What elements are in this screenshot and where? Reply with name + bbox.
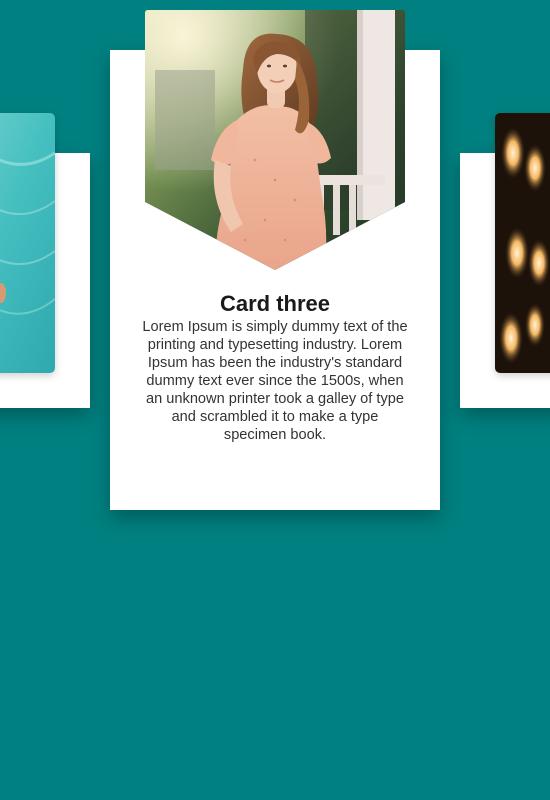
card-title: Card three xyxy=(219,291,331,316)
card-right[interactable] xyxy=(460,113,550,408)
ocean-water-image xyxy=(0,113,55,373)
card-carousel: Card three Lorem Ipsum is simply dummy t… xyxy=(0,0,550,800)
card-main[interactable]: Card three Lorem Ipsum is simply dummy t… xyxy=(110,10,440,510)
woman-on-porch-photo xyxy=(145,10,405,270)
bokeh-lights-image xyxy=(495,113,550,373)
bokeh-lights-photo xyxy=(495,113,550,373)
woman-portrait-image xyxy=(145,10,405,270)
card-left[interactable] xyxy=(0,113,90,408)
card-description: Lorem Ipsum is simply dummy text of the … xyxy=(142,319,408,443)
ocean-water-photo xyxy=(0,113,55,373)
